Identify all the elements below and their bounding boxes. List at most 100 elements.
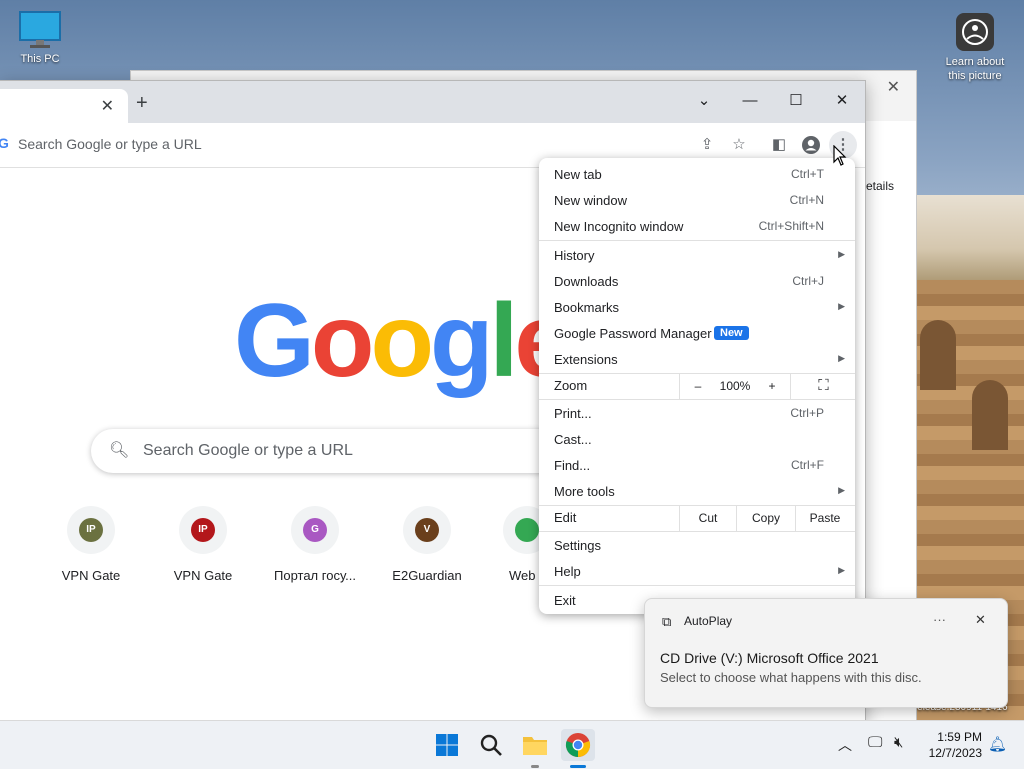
zoom-in-button[interactable]: + [755, 373, 789, 399]
zoom-out-button[interactable]: – [679, 373, 716, 399]
menu-label: More tools [554, 484, 615, 499]
bg-details-text: etails [866, 179, 895, 193]
menu-item-password-manager[interactable]: Google Password Manager New [539, 321, 855, 347]
submenu-arrow-icon: ▶ [838, 565, 845, 575]
omnibox-placeholder: Search Google or type a URL [18, 136, 202, 152]
fullscreen-icon[interactable]: ⛶ [790, 373, 856, 399]
toast-more-button[interactable]: ··· [933, 612, 946, 627]
menu-label: Google Password Manager [554, 326, 712, 341]
show-hidden-icons-chevron-icon[interactable]: ︿ [838, 735, 852, 755]
side-panel-icon[interactable]: ◧ [769, 135, 789, 155]
tab-search-icon[interactable]: ⌄ [681, 87, 727, 115]
shortcut-favicon: IP [179, 506, 227, 554]
menu-label: Settings [554, 538, 601, 553]
bookmark-star-icon[interactable]: ☆ [729, 135, 749, 155]
desktop-icon-this-pc[interactable]: This PC [10, 10, 70, 65]
menu-item-find[interactable]: Find... Ctrl+F [539, 453, 855, 479]
shortcut-letter: IP [79, 518, 103, 542]
start-button[interactable] [430, 729, 464, 761]
menu-separator [539, 531, 855, 532]
menu-label: New Incognito window [554, 219, 684, 234]
menu-label: New window [554, 193, 627, 208]
logo-letter: G [234, 283, 315, 399]
shortcut-favicon: IP [67, 506, 115, 554]
notification-bell-icon[interactable]: 🔔︎ [988, 735, 1007, 753]
file-explorer-button[interactable] [518, 729, 552, 768]
shortcut-label: VPN Gate [61, 568, 121, 583]
menu-shortcut: Ctrl+J [792, 274, 824, 288]
menu-item-print[interactable]: Print... Ctrl+P [539, 401, 855, 427]
toast-app-name: AutoPlay [684, 614, 733, 628]
toast-body: Select to choose what happens with this … [660, 670, 922, 685]
folder-icon [523, 737, 547, 755]
volume-muted-icon[interactable]: 🔇︎ [894, 734, 903, 751]
monitor-icon [19, 11, 61, 48]
chrome-icon [565, 733, 591, 758]
share-icon[interactable]: ⇪ [697, 135, 717, 155]
tab-new-tab[interactable]: ✕ [0, 89, 128, 123]
taskbar: ︿ 🖵︎ 🔇︎ 1:59 PM 12/7/2023 🔔︎ [0, 720, 1024, 769]
autoplay-notification[interactable]: ⧉ AutoPlay ··· ✕ CD Drive (V:) Microsoft… [644, 598, 1008, 708]
menu-item-edit: Edit Cut Copy Paste [539, 505, 855, 531]
shortcut-label: VPN Gate [173, 568, 233, 583]
clock[interactable]: 1:59 PM 12/7/2023 [920, 729, 982, 761]
learn-picture-label: Learn about this picture [945, 56, 1005, 82]
close-window-button[interactable]: ✕ [819, 87, 865, 115]
network-icon[interactable]: 🖵︎ [868, 734, 882, 751]
toast-close-icon[interactable]: ✕ [975, 612, 986, 628]
bg-close-icon[interactable]: ✕ [887, 77, 900, 97]
shortcut-letter: IP [191, 518, 215, 542]
wallpaper-arch [972, 380, 1008, 450]
menu-item-cast[interactable]: Cast... [539, 427, 855, 453]
shortcut-label: Web [509, 568, 536, 583]
shortcut-tile[interactable]: V E2Guardian [371, 506, 483, 583]
logo-letter: o [310, 283, 375, 399]
menu-item-settings[interactable]: Settings [539, 533, 855, 559]
submenu-arrow-icon: ▶ [838, 485, 845, 495]
menu-item-extensions[interactable]: Extensions ▶ [539, 347, 855, 373]
toast-title: CD Drive (V:) Microsoft Office 2021 [660, 650, 879, 666]
menu-item-more-tools[interactable]: More tools ▶ [539, 479, 855, 505]
menu-separator [539, 240, 855, 241]
menu-item-new-tab[interactable]: New tab Ctrl+T [539, 162, 855, 188]
shortcut-tile[interactable]: IP VPN Gate [147, 506, 259, 583]
logo-letter: g [429, 283, 494, 399]
submenu-arrow-icon: ▶ [838, 301, 845, 311]
menu-item-history[interactable]: History ▶ [539, 243, 855, 269]
desktop-icon-learn-picture[interactable]: Learn about this picture [940, 12, 1010, 83]
menu-item-bookmarks[interactable]: Bookmarks ▶ [539, 295, 855, 321]
copy-button[interactable]: Copy [736, 505, 795, 531]
menu-separator [539, 585, 855, 586]
logo-letter: l [489, 283, 519, 399]
minimize-button[interactable]: — [727, 87, 773, 115]
search-icon [480, 734, 502, 756]
shortcut-tile[interactable]: IP VPN Gate [35, 506, 147, 583]
wallpaper-arch [920, 320, 956, 390]
maximize-button[interactable]: ☐ [773, 87, 819, 115]
menu-item-zoom: Zoom – 100% + ⛶ [539, 373, 855, 399]
menu-item-help[interactable]: Help ▶ [539, 559, 855, 585]
shortcut-tile[interactable]: Web [483, 506, 551, 583]
shortcut-favicon: V [403, 506, 451, 554]
submenu-arrow-icon: ▶ [838, 249, 845, 259]
new-tab-button[interactable]: + [136, 93, 148, 113]
search-taskbar-button[interactable] [474, 729, 508, 761]
ntp-search-box[interactable]: 🔍︎ Search Google or type a URL [91, 429, 561, 473]
menu-item-downloads[interactable]: Downloads Ctrl+J [539, 269, 855, 295]
profile-icon[interactable] [801, 135, 821, 155]
menu-label: Bookmarks [554, 300, 620, 315]
google-logo: Google [234, 283, 572, 399]
cut-button[interactable]: Cut [679, 505, 736, 531]
close-tab-icon[interactable]: ✕ [101, 96, 114, 116]
menu-item-new-window[interactable]: New window Ctrl+N [539, 188, 855, 214]
this-pc-label: This PC [20, 53, 60, 65]
search-icon: 🔍︎ [109, 442, 130, 459]
menu-separator [539, 399, 855, 400]
menu-label: Exit [554, 593, 576, 608]
omnibox[interactable]: G Search Google or type a URL [0, 129, 670, 159]
chrome-taskbar-button[interactable] [561, 729, 595, 768]
shortcut-tile[interactable]: G Портал госу... [259, 506, 371, 583]
menu-item-new-incognito[interactable]: New Incognito window Ctrl+Shift+N [539, 214, 855, 240]
menu-label: Edit [554, 510, 577, 525]
paste-button[interactable]: Paste [795, 505, 854, 531]
